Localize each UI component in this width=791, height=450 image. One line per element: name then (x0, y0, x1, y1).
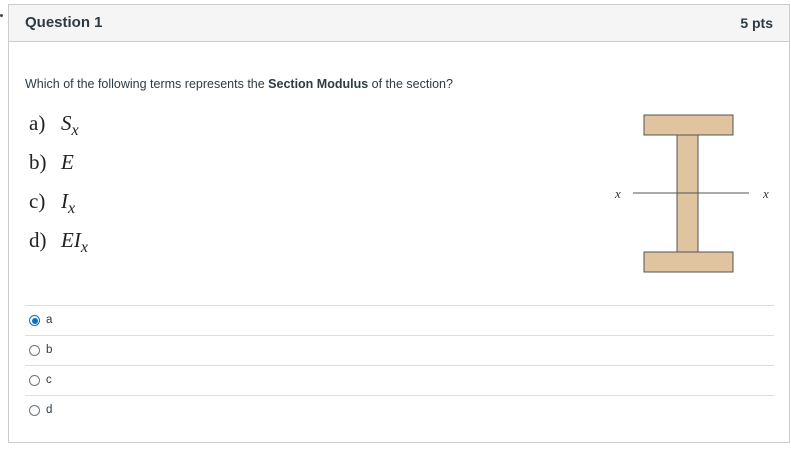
math-option-subscript: x (80, 239, 88, 256)
math-option-symbol: EI (61, 228, 81, 252)
answer-option-c[interactable]: c (25, 365, 774, 395)
answer-label: c (46, 374, 52, 386)
question-title: Question 1 (25, 14, 103, 31)
math-option-d: d) EIx (29, 228, 88, 267)
prompt-text-bold: Section Modulus (268, 77, 369, 91)
answer-label: b (46, 344, 53, 356)
math-option-list: a) Sx b) E c) Ix d) EIx (29, 111, 88, 267)
math-option-subscript: x (68, 200, 76, 217)
answer-option-a[interactable]: a (25, 305, 774, 335)
question-header: Question 1 5 pts (9, 5, 789, 42)
radio-button[interactable] (29, 405, 40, 416)
question-points: 5 pts (740, 15, 773, 31)
math-option-symbol: E (61, 150, 74, 174)
left-edge-marker (0, 14, 3, 17)
math-option-a: a) Sx (29, 111, 88, 150)
question-card: Question 1 5 pts Which of the following … (8, 4, 790, 443)
math-option-label: b) (29, 150, 47, 174)
radio-button[interactable] (29, 375, 40, 386)
axis-label-left: x (614, 186, 621, 201)
i-beam-top-flange (643, 114, 734, 136)
answer-option-d[interactable]: d (25, 395, 774, 425)
i-beam-bottom-flange (643, 251, 734, 273)
radio-button[interactable] (29, 345, 40, 356)
math-option-c: c) Ix (29, 189, 88, 228)
math-option-subscript: x (71, 122, 79, 139)
prompt-text-after: of the section? (368, 77, 453, 91)
i-beam-section-figure: x x (614, 114, 769, 273)
math-option-label: d) (29, 228, 47, 252)
answer-list: a b c d (25, 305, 774, 425)
math-option-symbol: I (61, 189, 68, 213)
radio-button-selected[interactable] (29, 315, 40, 326)
axis-label-right: x (762, 186, 769, 201)
answer-label: d (46, 404, 53, 416)
math-option-b: b) E (29, 150, 88, 189)
math-option-symbol: S (61, 111, 72, 135)
question-prompt: Which of the following terms represents … (25, 77, 453, 91)
math-option-label: c) (29, 189, 46, 213)
math-option-label: a) (29, 111, 46, 135)
answer-option-b[interactable]: b (25, 335, 774, 365)
prompt-text-before: Which of the following terms represents … (25, 77, 269, 91)
answer-label: a (46, 314, 53, 326)
